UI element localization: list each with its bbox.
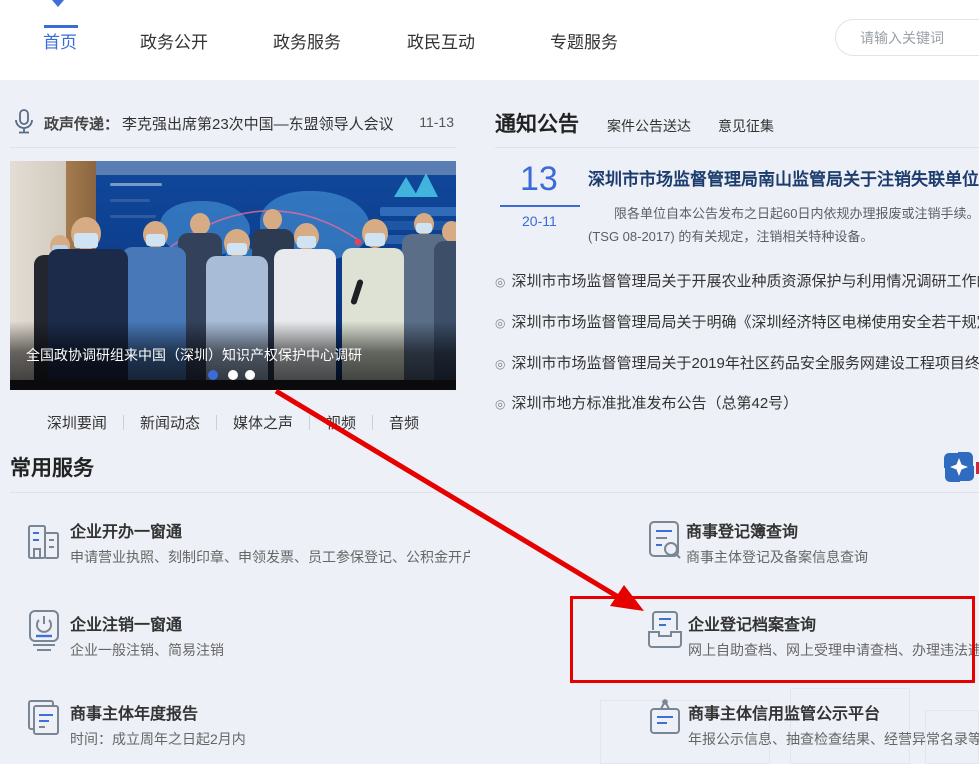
caret-down-icon [52,0,64,7]
annual-report-icon[interactable] [25,697,63,741]
service-register-query-title[interactable]: 商事登记簿查询 [686,518,798,542]
nav-tab-interaction[interactable]: 政民互动 [407,28,475,53]
divider [10,492,979,493]
service-annual-report-title[interactable]: 商事主体年度报告 [70,700,198,724]
service-credit-platform-desc: 年报公示信息、抽查检查结果、经营异常名录等 [688,729,979,749]
services-section-title: 常用服务 [10,452,94,482]
divider [495,147,979,148]
featured-date-rule [500,205,580,207]
link-audio[interactable]: 音频 [389,415,419,432]
service-company-open-desc: 申请营业执照、刻制印章、申领发票、员工参保登记、公积金开户登记 [70,547,470,567]
register-query-icon[interactable] [645,518,683,562]
notice-item-title: 深圳市市场监督管理局关于开展农业种质资源保护与利用情况调研工作的通知 [511,273,979,290]
link-separator: ｜ [107,415,140,432]
credit-platform-icon[interactable] [646,697,684,741]
featured-notice-day: 13 [520,160,558,199]
service-archive-query-desc: 网上自助查档、网上受理申请查档、办理违法违规 [688,640,979,660]
service-credit-platform-title[interactable]: 商事主体信用监管公示平台 [688,700,880,724]
nav-tab-home[interactable]: 首页 [43,28,77,53]
photo-chart [110,199,150,202]
search-input[interactable] [860,20,979,55]
notice-list-item[interactable]: ◎ 深圳市市场监督管理局关于开展农业种质资源保护与利用情况调研工作的通知 [495,270,979,291]
link-shenzhen-news[interactable]: 深圳要闻 [47,415,107,432]
notice-item-title: 深圳市市场监督管理局关于2019年社区药品安全服务网建设工程项目终期验收 [511,355,979,372]
voice-section-label: 政声传递： [44,113,119,134]
voice-news-row: 政声传递： 李克强出席第23次中国—东盟领导人会议 11-13 [10,103,456,143]
company-open-icon[interactable] [25,518,63,562]
microphone-icon [12,109,36,135]
notice-list-item[interactable]: ◎ 深圳市地方标准批准发布公告（总第42号） [495,392,979,413]
archive-query-icon[interactable] [646,608,684,652]
notice-item-title: 深圳市市场监督管理局局关于明确《深圳经济特区电梯使用安全若干规定》电 [511,314,979,331]
voice-news-date: 11-13 [419,114,454,130]
nav-tab-gov-services[interactable]: 政务服务 [273,28,341,53]
tab-case-announcements[interactable]: 案件公告送达 [607,116,691,136]
bullet-icon: ◎ [495,397,505,411]
notice-list-item[interactable]: ◎ 深圳市市场监督管理局局关于明确《深圳经济特区电梯使用安全若干规定》电 [495,311,979,332]
news-category-links: 深圳要闻｜新闻动态｜媒体之声｜视频｜音频 [10,412,456,433]
featured-notice-summary: (TSG 08-2017) 的有关规定，注销相关特种设备。 [588,226,979,245]
notice-item-title: 深圳市地方标准批准发布公告（总第42号） [511,395,798,412]
service-company-cancel-title[interactable]: 企业注销一窗通 [70,611,182,635]
tab-opinion-solicitation[interactable]: 意见征集 [718,116,774,136]
photo-chart [110,215,156,218]
featured-notice-date: 20-11 [522,213,557,229]
featured-notice-summary: 限各单位自本公告发布之日起60日内依规办理报废或注销手续。逾期不 [614,203,979,222]
nav-tab-special[interactable]: 专题服务 [550,28,618,53]
top-navigation-bar: 首页 政务公开 政务服务 政民互动 专题服务 [0,0,979,80]
bullet-icon: ◎ [495,316,505,330]
link-separator: ｜ [356,415,389,432]
featured-notice-title[interactable]: 深圳市市场监督管理局南山监管局关于注销失联单位特种设 [588,165,979,190]
divider [10,147,456,148]
service-register-query-desc: 商事主体登记及备案信息查询 [686,547,979,567]
bullet-icon: ◎ [495,357,505,371]
carousel-dot-3[interactable] [245,370,255,380]
link-video[interactable]: 视频 [326,415,356,432]
notice-section-title: 通知公告 [495,108,579,138]
voice-news-link[interactable]: 李克强出席第23次中国—东盟领导人会议 [122,113,394,134]
carousel-dot-2[interactable] [228,370,238,380]
notice-list-item[interactable]: ◎ 深圳市市场监督管理局关于2019年社区药品安全服务网建设工程项目终期验收 [495,352,979,373]
link-media-voice[interactable]: 媒体之声 [233,415,293,432]
photo-chart [110,183,162,186]
link-separator: ｜ [200,415,233,432]
link-news-updates[interactable]: 新闻动态 [140,415,200,432]
service-annual-report-desc: 时间：成立周年之日起2月内 [70,729,470,749]
search-box[interactable] [835,19,979,56]
carousel-photo[interactable]: 全国政协调研组来中国（深圳）知识产权保护中心调研 [10,161,456,390]
service-archive-query-title[interactable]: 企业登记档案查询 [688,611,816,635]
nav-tab-gov-info[interactable]: 政务公开 [140,28,208,53]
pinwheel-logo-icon[interactable] [942,450,976,484]
service-company-cancel-desc: 企业一般注销、简易注销 [70,640,470,660]
carousel-caption: 全国政协调研组来中国（深圳）知识产权保护中心调研 [26,345,362,365]
link-separator: ｜ [293,415,326,432]
company-cancel-icon[interactable] [25,608,63,652]
photo-peaks-chart [392,169,450,199]
bullet-icon: ◎ [495,275,505,289]
photo-floor [10,380,456,390]
service-company-open-title[interactable]: 企业开办一窗通 [70,518,182,542]
carousel-dot-1[interactable] [208,370,218,380]
